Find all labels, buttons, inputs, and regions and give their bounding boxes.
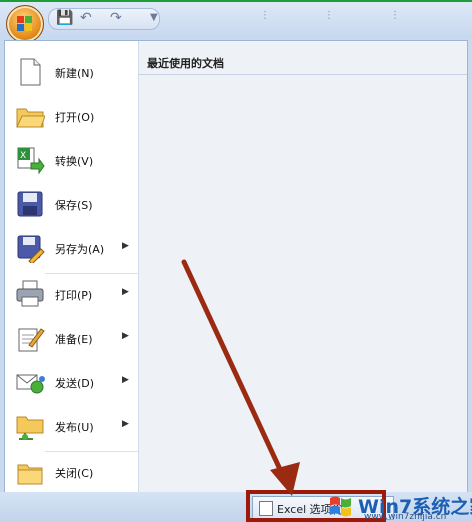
submenu-arrow-icon: ▶: [122, 287, 129, 297]
new-document-icon: [20, 58, 41, 86]
menu-item-publish[interactable]: 发布(U) ▶: [5, 407, 138, 447]
menu-item-label: 另存为(A): [55, 243, 105, 256]
menu-item-send[interactable]: 发送(D) ▶: [5, 363, 138, 403]
menu-separator: [45, 273, 138, 274]
office-logo-icon: [17, 16, 33, 32]
office-button[interactable]: [6, 5, 44, 43]
separator-dot-icon: ⋮: [260, 10, 270, 21]
convert-excel-icon: X: [17, 147, 45, 175]
window-top-border: [0, 0, 472, 2]
undo-icon[interactable]: ↶: [80, 10, 92, 26]
close-folder-icon: [17, 464, 43, 485]
submenu-arrow-icon: ▶: [122, 241, 129, 251]
menu-item-new[interactable]: 新建(N): [5, 53, 138, 93]
watermark: Win7系统之家 www.win7zhijia.cn: [328, 488, 472, 522]
menu-item-label: 新建(N): [55, 67, 94, 80]
menu-item-print[interactable]: 打印(P) ▶: [5, 275, 138, 315]
menu-item-label: 关闭(C): [55, 467, 94, 480]
open-folder-icon: [16, 108, 45, 128]
menu-item-label: 准备(E): [55, 333, 93, 346]
menu-item-save[interactable]: 保存(S): [5, 185, 138, 225]
svg-text:X: X: [20, 151, 26, 161]
office-menu: 新建(N) 打开(O) X 转换(V) 保存(S) 另存为(A) ▶ 打印(P)…: [4, 40, 468, 494]
menu-item-label: 发布(U): [55, 421, 94, 434]
separator-dot-icon: ⋮: [324, 10, 334, 21]
quick-access-toolbar: 💾 ↶ ↷ ▼ ⋮ ⋮ ⋮: [0, 0, 472, 38]
save-as-icon: [17, 235, 45, 263]
separator-dot-icon: ⋮: [390, 10, 400, 21]
menu-commands: 新建(N) 打开(O) X 转换(V) 保存(S) 另存为(A) ▶ 打印(P)…: [5, 41, 139, 493]
menu-separator: [45, 451, 138, 452]
printer-icon: [16, 280, 44, 307]
menu-item-convert[interactable]: X 转换(V): [5, 141, 138, 181]
redo-icon[interactable]: ↷: [110, 10, 122, 26]
menu-item-save-as[interactable]: 另存为(A) ▶: [5, 229, 138, 269]
submenu-arrow-icon: ▶: [122, 419, 129, 429]
menu-item-close[interactable]: 关闭(C): [5, 453, 138, 493]
menu-item-label: 保存(S): [55, 199, 93, 212]
menu-item-label: 打开(O): [55, 111, 95, 124]
menu-item-open[interactable]: 打开(O): [5, 97, 138, 137]
menu-item-label: 发送(D): [55, 377, 95, 390]
customize-qat-icon[interactable]: ▼: [150, 12, 158, 23]
menu-item-prepare[interactable]: 准备(E) ▶: [5, 319, 138, 359]
menu-item-label: 打印(P): [55, 289, 93, 302]
save-disk-icon: [17, 191, 43, 217]
publish-icon: [16, 416, 44, 440]
save-icon[interactable]: 💾: [56, 10, 73, 26]
watermark-url: www.win7zhijia.cn: [364, 512, 447, 522]
recent-documents-panel: 最近使用的文档: [139, 41, 467, 493]
send-icon: [16, 374, 45, 394]
prepare-document-icon: [18, 328, 45, 352]
menu-item-label: 转换(V): [55, 155, 94, 168]
submenu-arrow-icon: ▶: [122, 331, 129, 341]
recent-divider: [139, 74, 467, 75]
submenu-arrow-icon: ▶: [122, 375, 129, 385]
windows-logo-icon: [330, 496, 351, 517]
recent-documents-title: 最近使用的文档: [147, 57, 224, 70]
